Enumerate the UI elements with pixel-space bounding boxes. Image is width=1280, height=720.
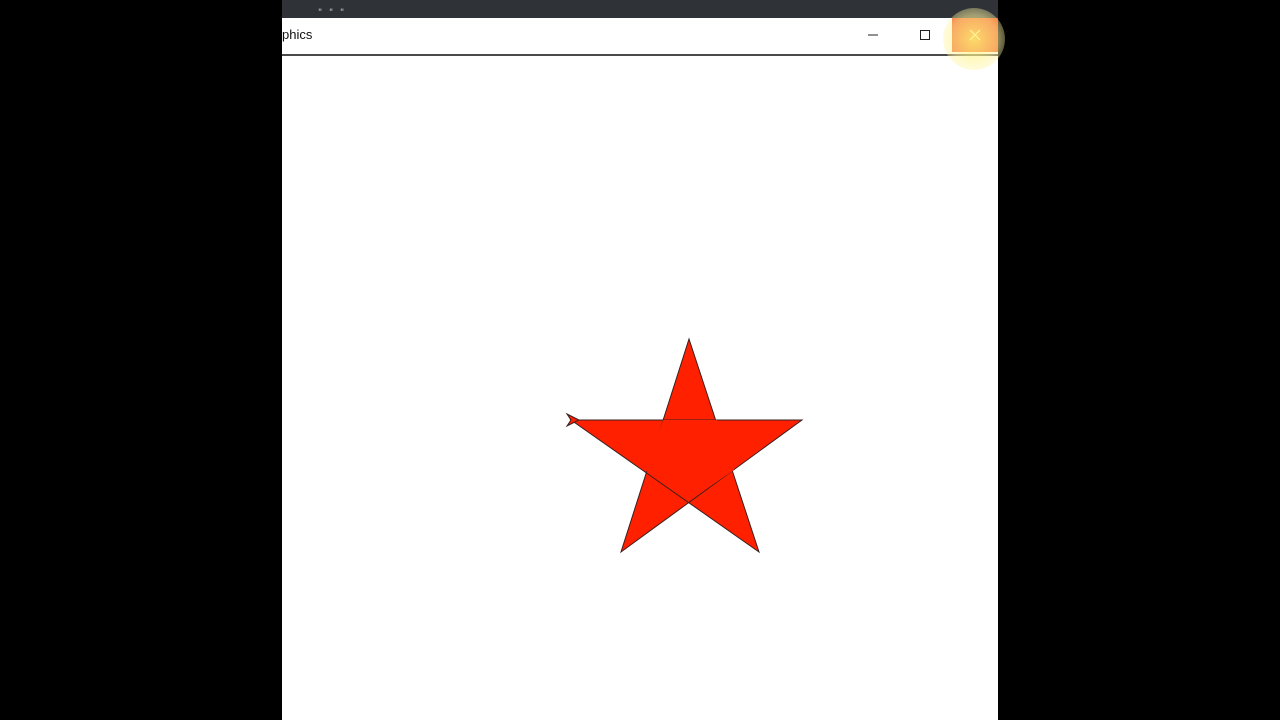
maximize-button[interactable] [902,18,948,52]
background-window-strip [282,0,998,18]
window-title: phics [282,27,313,42]
canvas-svg [565,337,804,554]
background-window-text: " " " [318,8,347,18]
graphics-window: phics [282,18,998,720]
screen: " " " phics [0,0,1280,720]
drawing-canvas [282,58,998,720]
minimize-button[interactable] [850,18,896,52]
maximize-icon [920,30,930,40]
minimize-icon [868,34,878,36]
title-bar[interactable]: phics [282,18,998,56]
close-icon [969,29,981,41]
close-button[interactable] [952,18,998,52]
